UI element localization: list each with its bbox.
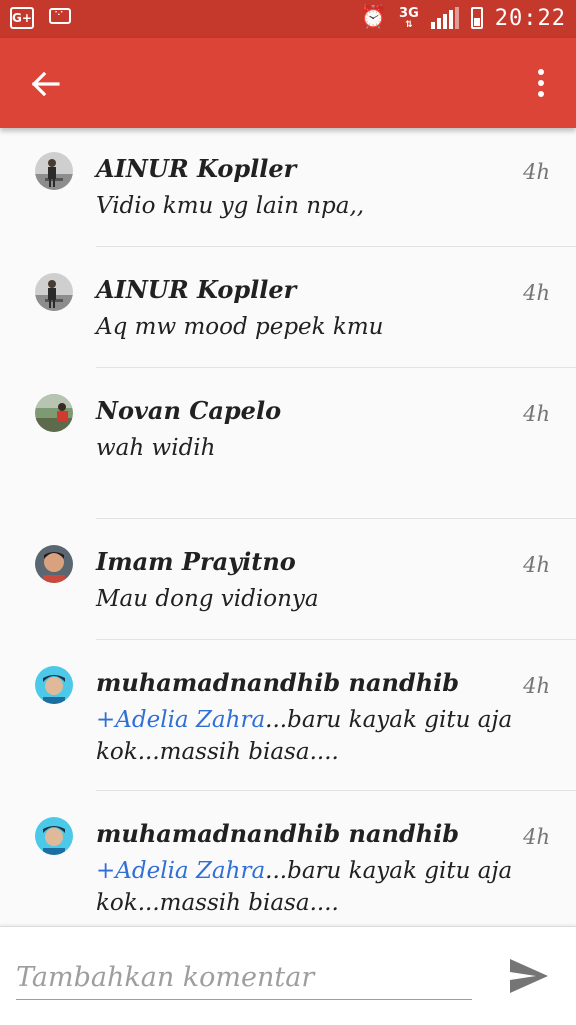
comment-input[interactable]	[16, 955, 472, 1000]
send-button[interactable]	[506, 953, 552, 999]
google-plus-icon: G+	[10, 7, 34, 29]
comment-item: Novan Capelo 4h wah widih	[0, 370, 576, 519]
arrow-back-icon	[31, 71, 60, 97]
comment-text: wah widih	[96, 432, 516, 464]
comment-author[interactable]: muhamadnandhib nandhib	[96, 819, 459, 848]
bbm-icon	[48, 5, 72, 29]
comment-author[interactable]: AINUR Kopller	[96, 275, 296, 304]
comment-item: AINUR Kopller 4h Vidio kmu yg lain npa,,	[0, 128, 576, 247]
comment-item: muhamadnandhib nandhib 4h +Adelia Zahra.…	[0, 642, 576, 791]
comment-author[interactable]: muhamadnandhib nandhib	[96, 668, 459, 697]
comment-text: +Adelia Zahra...baru kayak gitu aja kok.…	[96, 855, 516, 919]
comment-time: 4h	[523, 825, 550, 849]
mention-link[interactable]: +Adelia Zahra	[96, 707, 265, 733]
comment-text: Aq mw mood pepek kmu	[96, 311, 516, 343]
battery-icon	[470, 7, 483, 29]
comment-time: 4h	[523, 674, 550, 698]
avatar[interactable]	[35, 394, 73, 432]
avatar[interactable]	[35, 545, 73, 583]
status-clock: 20:22	[494, 5, 566, 31]
comment-item: muhamadnandhib nandhib 4h +Adelia Zahra.…	[0, 793, 576, 926]
send-icon	[510, 959, 548, 993]
comment-author[interactable]: AINUR Kopller	[96, 154, 296, 183]
avatar[interactable]	[35, 152, 73, 190]
avatar[interactable]	[35, 817, 73, 855]
back-button[interactable]	[24, 62, 68, 106]
signal-icon	[430, 7, 459, 29]
comment-body: Aq mw mood pepek kmu	[96, 314, 384, 340]
comment-text: Mau dong vidionya	[96, 583, 516, 615]
comment-time: 4h	[523, 402, 550, 426]
comment-text: +Adelia Zahra...baru kayak gitu aja kok.…	[96, 704, 516, 768]
alarm-icon: ⏰	[359, 5, 388, 30]
comment-composer	[0, 926, 576, 1025]
comment-item: AINUR Kopller 4h Aq mw mood pepek kmu	[0, 249, 576, 368]
divider	[96, 639, 576, 640]
comment-item: Imam Prayitno 4h Mau dong vidionya	[0, 521, 576, 640]
comment-text: Vidio kmu yg lain npa,,	[96, 190, 516, 222]
mention-link[interactable]: +Adelia Zahra	[96, 858, 265, 884]
network-type: 3G ⇅	[399, 5, 419, 30]
avatar[interactable]	[35, 666, 73, 704]
avatar[interactable]	[35, 273, 73, 311]
comment-body: wah widih	[96, 435, 216, 461]
divider	[96, 246, 576, 247]
comment-author[interactable]: Novan Capelo	[96, 396, 281, 425]
divider	[96, 518, 576, 519]
comment-author[interactable]: Imam Prayitno	[96, 547, 296, 576]
status-bar: G+ ⏰ 3G⇅ 20:22	[0, 0, 576, 38]
more-options-button[interactable]	[532, 66, 550, 102]
comment-list: AINUR Kopller 4h Vidio kmu yg lain npa,,…	[0, 128, 576, 926]
comment-body: Vidio kmu yg lain npa,,	[96, 193, 365, 219]
comment-time: 4h	[523, 281, 550, 305]
divider	[96, 790, 576, 791]
comment-body: Mau dong vidionya	[96, 586, 319, 612]
divider	[96, 367, 576, 368]
app-bar	[0, 38, 576, 128]
comment-time: 4h	[523, 160, 550, 184]
comment-time: 4h	[523, 553, 550, 577]
